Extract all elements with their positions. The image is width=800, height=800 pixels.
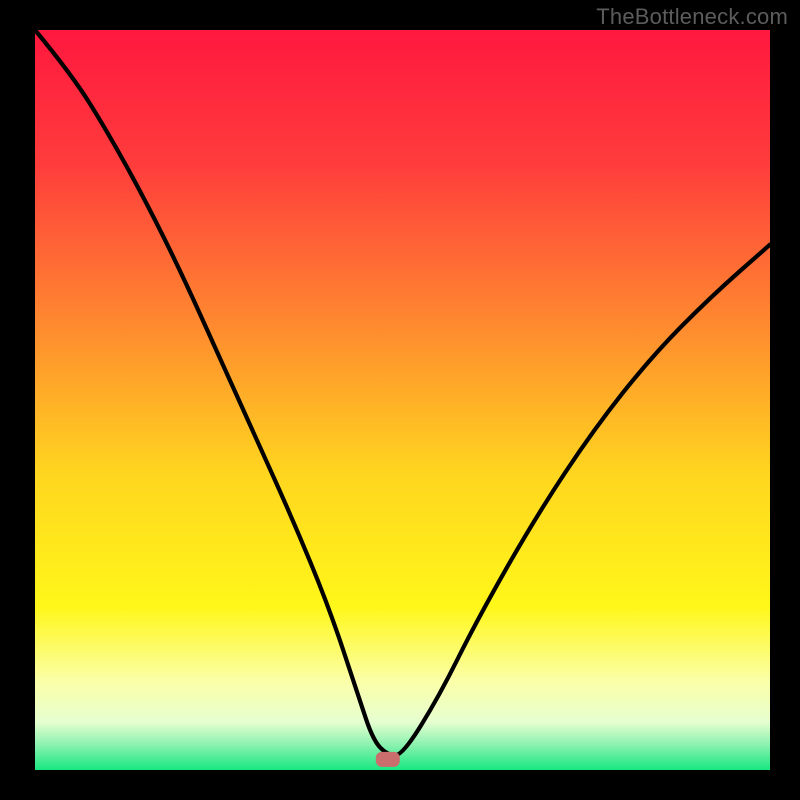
chart-frame: TheBottleneck.com [0, 0, 800, 800]
optimal-marker [376, 752, 400, 767]
plot-background [35, 30, 770, 770]
bottleneck-chart [0, 0, 800, 800]
watermark-text: TheBottleneck.com [596, 4, 788, 30]
